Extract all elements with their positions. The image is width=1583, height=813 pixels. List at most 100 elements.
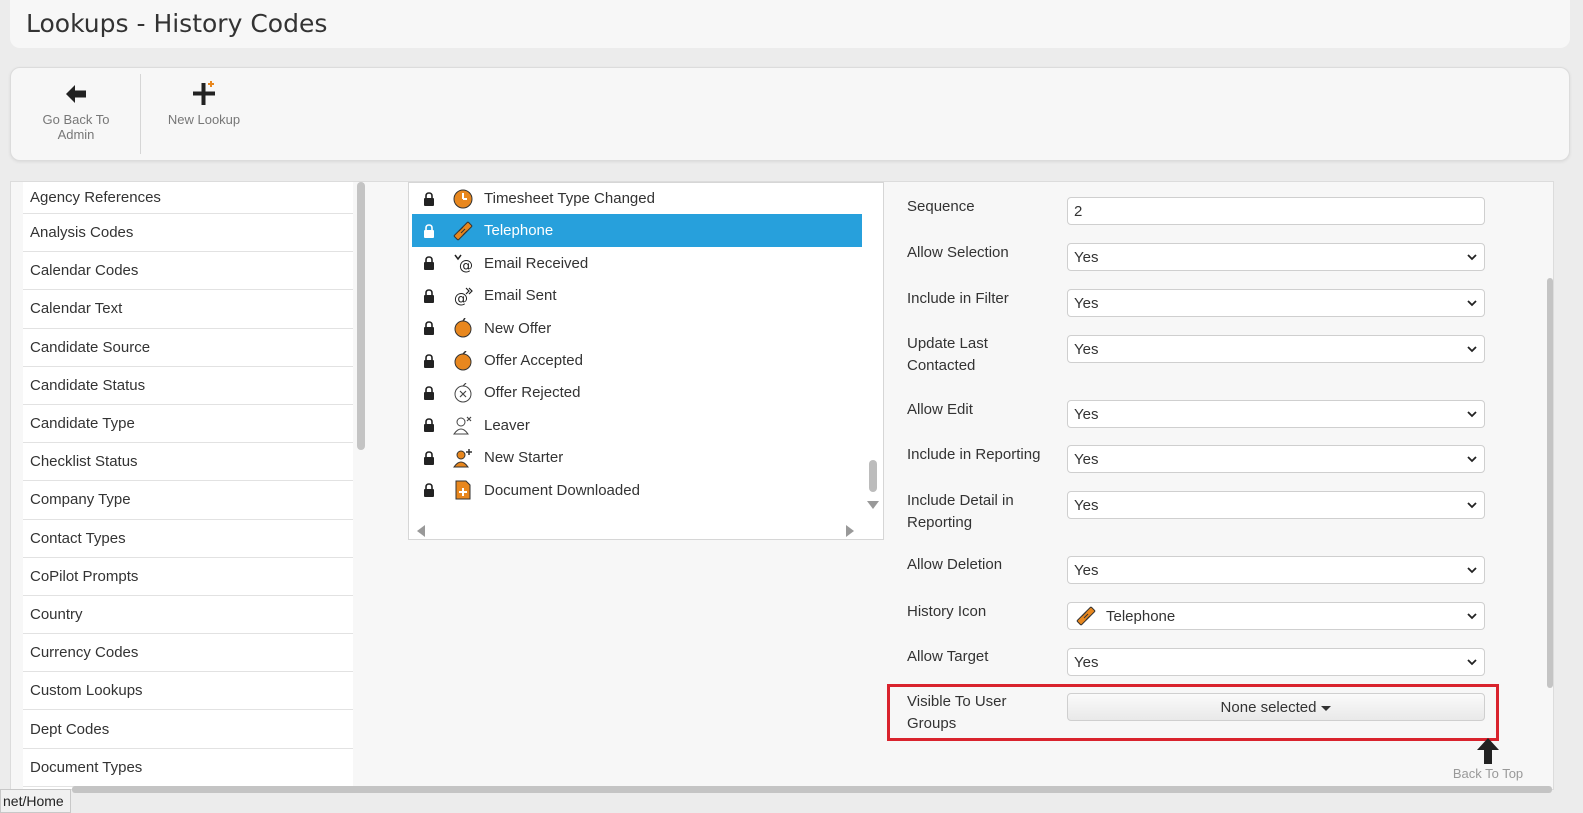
plus-icon xyxy=(193,81,215,105)
go-back-to-admin-button[interactable]: Go Back To Admin xyxy=(33,80,119,142)
history-icon-label: History Icon xyxy=(907,603,987,620)
include-in-reporting-label: Include in Reporting xyxy=(907,446,1041,463)
lookup-list-item[interactable]: Calendar Codes xyxy=(23,252,353,291)
lookup-list-item[interactable]: Candidate Source xyxy=(23,329,353,367)
allow-edit-select[interactable]: Yes xyxy=(1067,400,1485,428)
allow-selection-select[interactable]: Yes xyxy=(1067,243,1485,271)
history-code-row[interactable]: Document Downloaded xyxy=(412,474,862,507)
leaver-icon xyxy=(453,415,473,435)
history-code-label: Timesheet Type Changed xyxy=(484,190,655,207)
history-code-row[interactable]: New Offer xyxy=(412,312,862,345)
lookup-list-item[interactable]: Calendar Text xyxy=(23,290,353,329)
new-lookup-label: New Lookup xyxy=(167,112,241,127)
visible-to-user-groups-multiselect[interactable]: None selected xyxy=(1067,693,1485,721)
history-icon-select[interactable]: Telephone xyxy=(1067,602,1485,630)
lock-icon xyxy=(422,288,436,303)
lookup-list-item[interactable]: Dept Codes xyxy=(23,710,353,749)
new-lookup-button[interactable]: New Lookup xyxy=(161,80,247,127)
lookup-list-item[interactable]: Candidate Type xyxy=(23,405,353,444)
lock-icon xyxy=(422,256,436,271)
lookup-list-item[interactable]: CoPilot Prompts xyxy=(23,558,353,596)
scroll-down-arrow-icon[interactable] xyxy=(867,501,879,509)
lock-icon xyxy=(422,483,436,498)
include-detail-in-reporting-label: Include Detail in Reporting xyxy=(907,492,1014,531)
sequence-input[interactable]: 2 xyxy=(1067,197,1485,225)
email-sent-icon: @ xyxy=(453,286,473,306)
history-code-row[interactable]: Offer Rejected xyxy=(412,376,862,409)
lock-icon xyxy=(422,321,436,336)
history-icon-value: Telephone xyxy=(1106,607,1176,625)
history-code-row[interactable]: Offer Accepted xyxy=(412,344,862,377)
scroll-left-arrow-icon[interactable] xyxy=(417,525,425,537)
go-back-label: Go Back To Admin xyxy=(42,112,110,142)
history-code-row[interactable]: Leaver xyxy=(412,409,862,442)
chevron-down-icon xyxy=(1467,659,1477,666)
lookup-list-item[interactable]: Country xyxy=(23,596,353,635)
include-detail-in-reporting-select[interactable]: Yes xyxy=(1067,491,1485,519)
arrow-up-icon xyxy=(1477,738,1499,764)
telephone-icon xyxy=(1076,606,1096,626)
history-code-label: Document Downloaded xyxy=(484,481,640,499)
history-code-form: Sequence 2 Allow Selection Yes Include i… xyxy=(887,182,1531,789)
lookup-list-item[interactable]: Company Type xyxy=(23,481,353,520)
back-to-top-button[interactable]: Back To Top xyxy=(1446,736,1530,781)
scroll-right-arrow-icon[interactable] xyxy=(846,525,854,537)
chevron-down-icon xyxy=(1467,254,1477,261)
lock-icon xyxy=(422,224,436,238)
update-last-contacted-select[interactable]: Yes xyxy=(1067,335,1485,363)
history-code-label: Email Received xyxy=(484,254,589,272)
history-code-row[interactable]: @ Email Received xyxy=(412,247,862,280)
lookup-list-item[interactable]: Currency Codes xyxy=(23,634,353,673)
telephone-icon xyxy=(453,221,473,241)
lookup-list-item[interactable]: Custom Lookups xyxy=(23,672,353,711)
allow-selection-label: Allow Selection xyxy=(907,244,1009,261)
allow-target-select[interactable]: Yes xyxy=(1067,648,1485,676)
update-last-contacted-value: Yes xyxy=(1074,340,1099,358)
history-code-label: Email Sent xyxy=(484,287,557,305)
history-code-label: New Starter xyxy=(484,449,564,467)
offer-icon xyxy=(453,318,473,338)
lookup-list-item[interactable]: Document Types xyxy=(23,749,353,787)
history-code-row[interactable]: @ Email Sent xyxy=(412,279,862,312)
include-detail-in-reporting-value: Yes xyxy=(1074,496,1099,514)
history-code-row[interactable]: Telephone xyxy=(412,214,862,248)
update-last-contacted-label: Update Last Contacted xyxy=(907,335,988,374)
svg-text:@: @ xyxy=(454,291,468,306)
visible-to-user-groups-label: Visible To User Groups xyxy=(907,693,1007,732)
include-in-filter-select[interactable]: Yes xyxy=(1067,289,1485,317)
title-bar: Lookups - History Codes xyxy=(10,0,1570,48)
page-vertical-scrollbar[interactable] xyxy=(1547,278,1553,688)
chevron-down-icon xyxy=(1467,300,1477,307)
page-horizontal-scrollbar[interactable] xyxy=(72,786,1552,793)
caret-down-icon xyxy=(1321,705,1332,711)
history-code-row[interactable]: Timesheet Type Changed xyxy=(412,183,862,215)
allow-deletion-value: Yes xyxy=(1074,561,1099,579)
include-in-reporting-value: Yes xyxy=(1074,450,1099,468)
status-url: net/Home xyxy=(0,789,71,813)
page-title: Lookups - History Codes xyxy=(26,9,328,38)
lookup-list-item[interactable]: Agency References xyxy=(23,182,353,214)
sequence-value: 2 xyxy=(1074,202,1083,220)
history-code-label: Leaver xyxy=(484,416,530,434)
include-in-reporting-select[interactable]: Yes xyxy=(1067,445,1485,473)
include-in-filter-value: Yes xyxy=(1074,294,1099,312)
lookup-list-item[interactable]: Checklist Status xyxy=(23,443,353,482)
allow-edit-label: Allow Edit xyxy=(907,401,973,418)
lock-icon xyxy=(422,418,436,433)
offer-accepted-icon xyxy=(453,350,473,371)
arrow-left-icon xyxy=(66,85,86,103)
lookup-list-item[interactable]: Analysis Codes xyxy=(23,214,353,253)
new-starter-icon xyxy=(453,448,473,468)
lookup-list-item[interactable]: Candidate Status xyxy=(23,367,353,405)
allow-deletion-select[interactable]: Yes xyxy=(1067,556,1485,584)
chevron-down-icon xyxy=(1467,567,1477,574)
lookup-list-scrollbar[interactable] xyxy=(357,182,365,450)
lookup-list-item[interactable]: Contact Types xyxy=(23,520,353,558)
offer-rejected-icon xyxy=(453,382,473,403)
chevron-down-icon xyxy=(1467,613,1477,620)
include-in-filter-label: Include in Filter xyxy=(907,290,1009,307)
visible-to-user-groups-value: None selected xyxy=(1220,698,1317,716)
history-code-row[interactable]: New Starter xyxy=(412,441,862,474)
codes-vertical-scrollbar[interactable] xyxy=(869,460,877,492)
back-to-top-label: Back To Top xyxy=(1452,766,1524,781)
